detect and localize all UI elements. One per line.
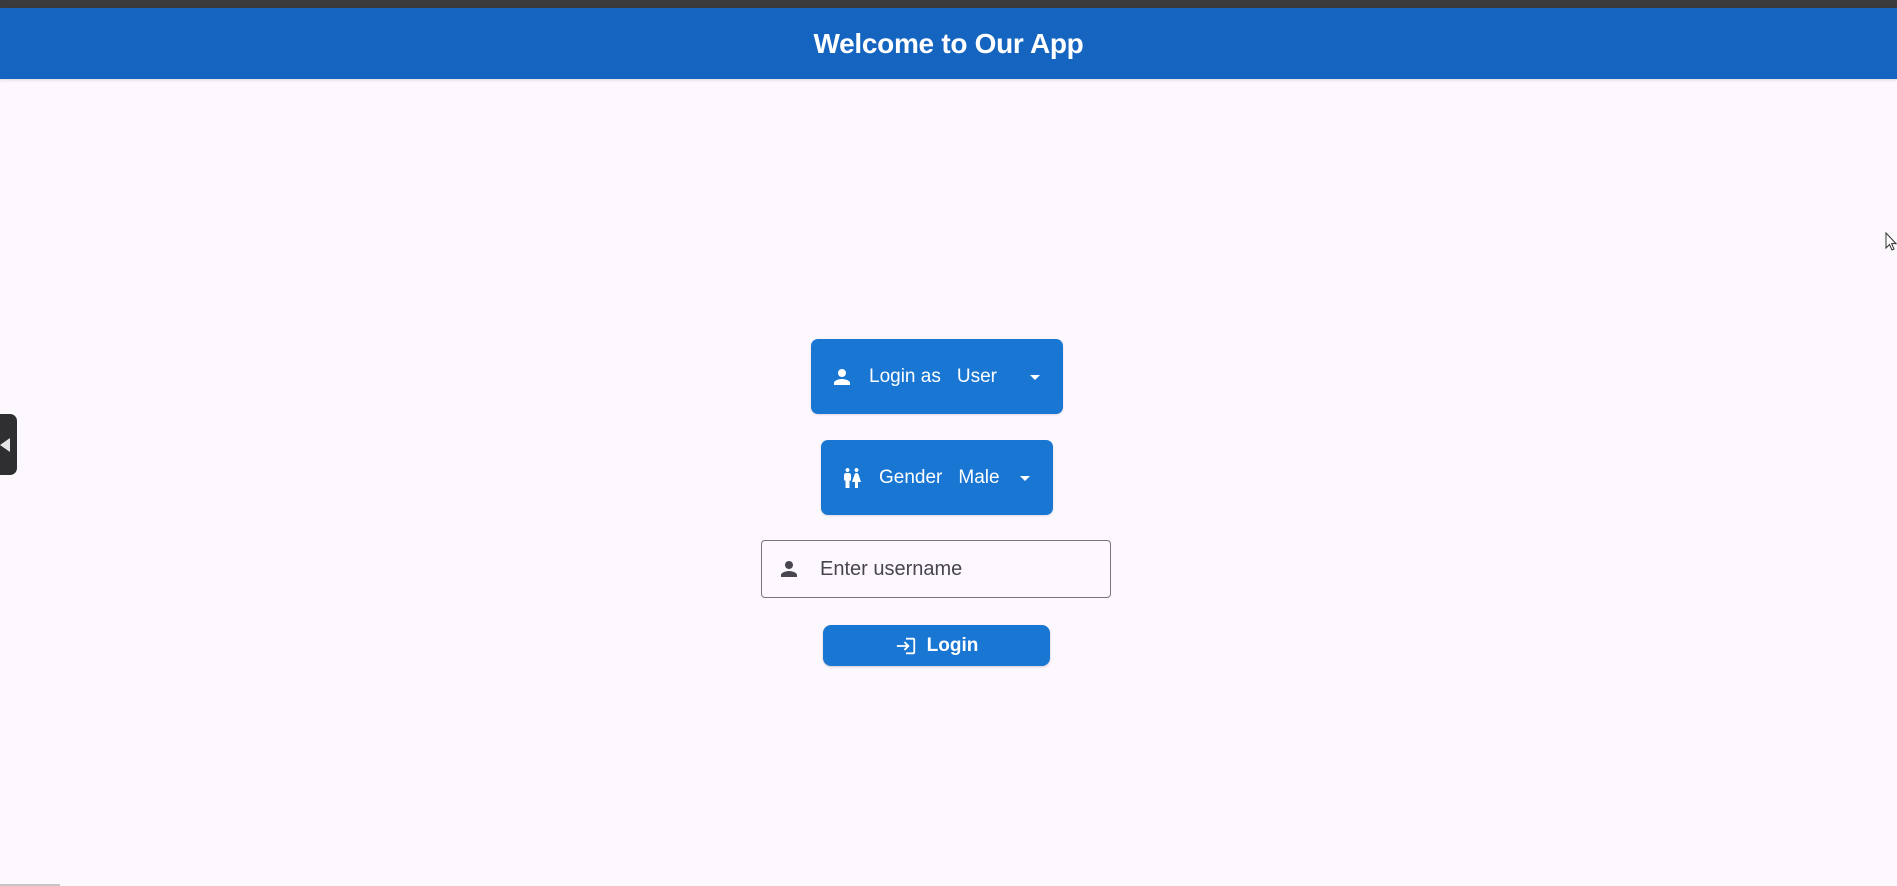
- wc-icon: [839, 465, 865, 491]
- window-top-strip: [0, 0, 1897, 8]
- app-bar: Welcome to Our App: [0, 8, 1897, 79]
- login-button[interactable]: Login: [823, 625, 1050, 666]
- person-icon: [829, 364, 855, 390]
- gender-label: Gender: [879, 466, 943, 488]
- username-field[interactable]: [761, 540, 1111, 598]
- login-as-label: Login as: [869, 365, 941, 387]
- side-panel-toggle[interactable]: [0, 414, 17, 475]
- gender-dropdown[interactable]: Gender Male: [821, 440, 1053, 515]
- caret-down-icon: [1023, 365, 1047, 389]
- login-button-label: Login: [926, 634, 979, 656]
- caret-down-icon: [1013, 466, 1037, 490]
- mouse-cursor-icon: [1885, 232, 1897, 251]
- page-title: Welcome to Our App: [813, 27, 1084, 59]
- triangle-left-icon: [0, 437, 10, 452]
- person-icon: [776, 556, 802, 582]
- username-input[interactable]: [818, 556, 1110, 582]
- login-as-value: User: [956, 365, 997, 387]
- login-as-dropdown[interactable]: Login as User: [811, 339, 1063, 414]
- gender-value: Male: [958, 466, 1000, 488]
- login-icon: [895, 635, 917, 657]
